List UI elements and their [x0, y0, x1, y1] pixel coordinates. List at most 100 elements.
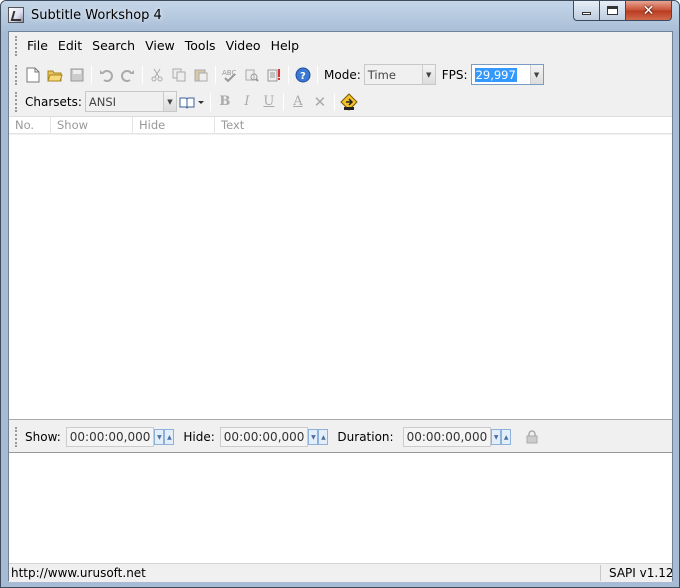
spin-up-icon[interactable]: ▲ [164, 429, 175, 445]
title-bar[interactable]: Subtitle Workshop 4 ✕ [1, 1, 679, 31]
open-button[interactable] [44, 64, 66, 86]
redo-icon [121, 69, 134, 82]
toolbar-separator [142, 65, 143, 84]
chevron-down-icon[interactable]: ▼ [421, 65, 435, 84]
spell-check-button[interactable]: ABC [219, 64, 241, 86]
status-bar: http://www.urusoft.net SAPI v1.12 [9, 563, 672, 582]
underline-button[interactable]: U [258, 91, 280, 113]
column-no[interactable]: No. [9, 117, 51, 134]
menu-search[interactable]: Search [87, 36, 140, 56]
redo-button[interactable] [117, 64, 139, 86]
svg-text:?: ? [300, 71, 306, 82]
paste-icon [194, 69, 208, 81]
charset-select[interactable]: ANSI ▼ [84, 91, 177, 112]
dictionary-icon [179, 97, 204, 109]
window-title: Subtitle Workshop 4 [31, 8, 162, 23]
translator-button[interactable] [338, 91, 360, 113]
cut-icon [151, 68, 163, 81]
subtitle-list-header: No. Show Hide Text [9, 116, 672, 134]
italic-button[interactable]: I [236, 91, 258, 113]
app-icon[interactable] [8, 7, 24, 23]
toolbar-separator [209, 92, 211, 111]
hide-time-stepper[interactable]: ▼ ▲ [308, 429, 329, 445]
status-url: http://www.urusoft.net [11, 566, 146, 580]
chevron-down-icon[interactable]: ▼ [529, 65, 543, 84]
charset-value: ANSI [88, 94, 117, 109]
main-toolbar: ABC ? Mode: Time ▼ FPS: 29,997 ▼ [9, 61, 672, 88]
menu-view[interactable]: View [140, 36, 180, 56]
toolbar-separator [215, 65, 216, 84]
column-show[interactable]: Show [51, 117, 133, 134]
new-file-icon [26, 67, 40, 82]
hide-time-field[interactable]: 00:00:00,000 [219, 427, 309, 447]
close-button[interactable]: ✕ [626, 1, 672, 21]
charsets-label: Charsets: [25, 94, 82, 109]
show-time-field[interactable]: 00:00:00,000 [65, 427, 155, 447]
replace-icon [267, 68, 280, 81]
duration-label: Duration: [337, 430, 394, 444]
menu-file[interactable]: File [22, 36, 53, 56]
menu-edit[interactable]: Edit [53, 36, 87, 56]
new-file-button[interactable] [22, 64, 44, 86]
menu-tools[interactable]: Tools [180, 36, 221, 56]
show-time-stepper[interactable]: ▼ ▲ [154, 429, 175, 445]
maximize-button[interactable] [600, 1, 626, 21]
paste-button[interactable] [190, 64, 212, 86]
toolbar-separator [333, 92, 335, 111]
fps-label: FPS: [441, 67, 468, 82]
caption-buttons: ✕ [573, 1, 672, 21]
help-button[interactable]: ? [292, 64, 314, 86]
bold-button[interactable]: B [214, 91, 236, 113]
spin-down-icon[interactable]: ▼ [491, 429, 502, 445]
chevron-down-icon[interactable]: ▼ [162, 92, 176, 111]
menu-help[interactable]: Help [266, 36, 305, 56]
duration-stepper[interactable]: ▼ ▲ [491, 429, 512, 445]
minimize-button[interactable] [573, 1, 600, 21]
timing-grip[interactable] [15, 427, 18, 447]
toolbar-grip[interactable] [15, 64, 18, 85]
mode-select[interactable]: Time ▼ [363, 64, 436, 85]
fps-select[interactable]: 29,997 ▼ [470, 64, 544, 85]
undo-button[interactable] [95, 64, 117, 86]
replace-button[interactable] [263, 64, 285, 86]
hide-label: Hide: [183, 430, 215, 444]
copy-icon [172, 68, 186, 81]
help-icon: ? [295, 67, 311, 82]
lock-icon-graphic [526, 430, 538, 444]
search-icon [245, 69, 259, 82]
duration-field[interactable]: 00:00:00,000 [402, 427, 492, 447]
column-text[interactable]: Text [215, 117, 672, 134]
spin-down-icon[interactable]: ▼ [308, 429, 319, 445]
menu-grip[interactable] [15, 36, 18, 56]
copy-button[interactable] [168, 64, 190, 86]
menu-video[interactable]: Video [221, 36, 266, 56]
lock-icon[interactable] [523, 428, 541, 446]
undo-icon [100, 69, 113, 82]
minimize-icon [582, 12, 591, 15]
subtitle-text-editor[interactable] [9, 452, 672, 564]
toolbar-separator [91, 65, 92, 84]
search-button[interactable] [241, 64, 263, 86]
column-hide[interactable]: Hide [133, 117, 215, 134]
show-label: Show: [25, 430, 61, 444]
spin-up-icon[interactable]: ▲ [318, 429, 329, 445]
fps-value[interactable]: 29,997 [474, 67, 517, 82]
app-window: Subtitle Workshop 4 ✕ File Edit Search V… [0, 0, 680, 588]
save-button[interactable] [66, 64, 88, 86]
format-toolbar: Charsets: ANSI ▼ B I U A ✕ [9, 88, 672, 115]
toolbar-grip[interactable] [15, 91, 18, 112]
toolbar-separator [288, 65, 289, 84]
translator-icon [340, 92, 358, 111]
status-version: SAPI v1.12 [609, 566, 672, 580]
subtitle-list[interactable] [9, 135, 672, 420]
spin-up-icon[interactable]: ▲ [501, 429, 512, 445]
spin-down-icon[interactable]: ▼ [154, 429, 165, 445]
clear-format-button[interactable]: ✕ [309, 91, 331, 113]
font-color-button[interactable]: A [287, 91, 309, 113]
timing-panel: Show: 00:00:00,000 ▼ ▲ Hide: 00:00:00,00… [9, 423, 672, 451]
toolbar-separator [282, 92, 284, 111]
client-area: File Edit Search View Tools Video Help A… [8, 31, 673, 582]
maximize-icon [607, 6, 618, 15]
dictionary-button[interactable] [177, 91, 207, 113]
cut-button[interactable] [146, 64, 168, 86]
